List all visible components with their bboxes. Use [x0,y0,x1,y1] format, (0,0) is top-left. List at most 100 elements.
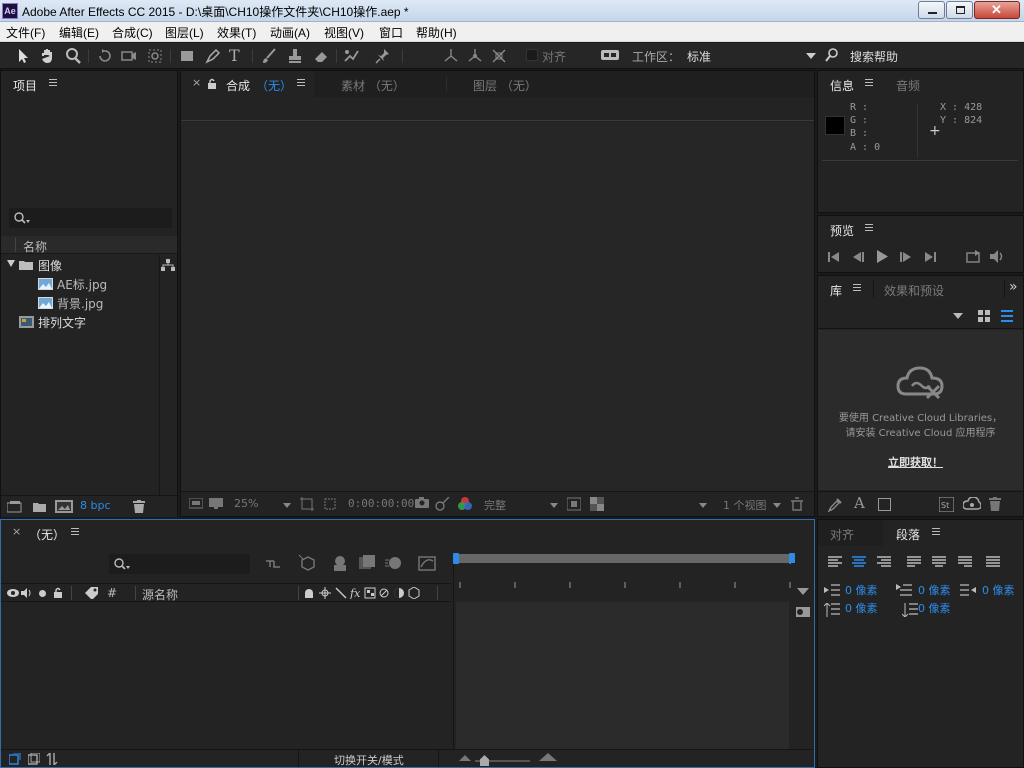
zoom-out-mountain-icon[interactable] [459,755,471,761]
sync-cloud-icon[interactable] [963,497,981,511]
indent-left-field[interactable]: 0 像素 [845,582,878,598]
first-frame-icon[interactable] [828,251,840,263]
shy-layers-icon[interactable] [331,555,349,571]
trash-icon[interactable] [989,497,1001,511]
view-layout-select[interactable]: 1 个视图 [723,497,767,513]
library-panel-menu-icon[interactable] [853,284,861,291]
justify-last-center-icon[interactable] [932,556,946,568]
clone-stamp-tool-icon[interactable] [286,47,304,65]
chevron-down-icon[interactable] [699,503,707,508]
tab-layer[interactable]: 图层 （无） [473,77,537,94]
zoom-slider-thumb[interactable] [480,755,489,766]
trash-icon[interactable] [133,500,145,513]
info-panel-menu-icon[interactable] [865,79,873,86]
project-item-folder[interactable]: 图像 [1,255,159,274]
camera-tool-icon[interactable] [120,47,138,65]
menu-composition[interactable]: 合成(C) [112,24,153,41]
composition-flowchart-icon[interactable] [264,557,282,571]
timeline-layers-area[interactable] [1,603,453,749]
menu-help[interactable]: 帮助(H) [416,24,457,41]
new-folder-icon[interactable] [33,502,47,513]
tab-info[interactable]: 信息 [830,77,854,94]
audio-icon[interactable] [21,588,33,598]
justify-last-right-icon[interactable] [958,556,972,568]
align-left-icon[interactable] [828,556,842,568]
restore-button[interactable] [946,1,973,19]
timeline-search-input[interactable] [109,554,250,574]
view-axis-icon[interactable] [490,47,508,65]
timecode-display[interactable]: 0:00:00:00 [348,497,414,510]
chevron-down-icon[interactable] [283,503,291,508]
search-help-input[interactable]: 搜索帮助 [850,48,898,65]
paragraph-panel-menu-icon[interactable] [932,528,940,535]
tab-align[interactable]: 对齐 [830,526,854,543]
tab-project[interactable]: 项目 [13,77,37,94]
navigator-start-handle[interactable] [453,553,459,564]
fast-previews-icon[interactable] [567,497,581,511]
preview-panel-menu-icon[interactable] [865,224,873,231]
puppet-pin-tool-icon[interactable] [374,47,392,65]
menu-file[interactable]: 文件(F) [6,24,45,41]
align-center-icon[interactable] [852,556,866,568]
get-now-link[interactable]: 立即获取！ [888,454,943,470]
timeline-scrollbar[interactable] [791,563,811,751]
lock-icon[interactable] [53,587,63,599]
align-right-icon[interactable] [877,556,891,568]
project-search-input[interactable] [9,208,172,228]
composition-panel-menu-icon[interactable] [297,79,305,86]
motion-blur-icon[interactable] [385,555,403,571]
last-frame-icon[interactable] [924,251,936,263]
local-axis-icon[interactable] [442,47,460,65]
project-item-image[interactable]: 背景.jpg [1,293,159,312]
audio-speaker-icon[interactable] [990,250,1006,263]
resolution-select[interactable]: 完整 [484,497,506,513]
list-view-icon[interactable] [1001,310,1013,322]
tab-audio[interactable]: 音频 [896,77,920,94]
color-depth-button[interactable]: 8 bpc [80,499,111,512]
menu-layer[interactable]: 图层(L) [165,24,204,41]
play-icon[interactable] [876,250,888,263]
tab-effects-presets[interactable]: 效果和预设 [884,282,944,299]
project-panel-menu-icon[interactable] [49,79,57,86]
camera-snapshot-icon[interactable] [415,497,429,509]
video-visibility-icon[interactable] [7,588,19,598]
label-tag-icon[interactable] [85,587,99,599]
menu-edit[interactable]: 编辑(E) [59,24,99,41]
indent-first-line-field[interactable]: 0 像素 [918,582,951,598]
fit-icon[interactable] [300,497,314,511]
toggle-switches-modes-button[interactable]: 切换开关/模式 [334,752,404,768]
reset-exposure-icon[interactable] [790,497,804,511]
zoom-slider-track[interactable] [475,755,530,766]
monitor-icon[interactable] [209,498,223,510]
composition-viewer-canvas[interactable] [181,122,814,491]
snap-checkbox[interactable] [526,49,538,61]
transparency-grid-icon[interactable] [590,497,604,511]
previous-frame-icon[interactable] [852,251,864,263]
close-window-button[interactable]: ✕ [974,1,1020,19]
layer-switches-icons[interactable]: fx [303,587,423,599]
interpret-footage-icon[interactable] [7,501,23,513]
column-name-header[interactable]: 名称 [23,238,47,255]
stock-icon[interactable]: St [939,497,954,512]
tab-preview[interactable]: 预览 [830,222,854,239]
grid-view-icon[interactable] [978,310,990,322]
world-axis-icon[interactable] [466,47,484,65]
workspace-dropdown-arrow-icon[interactable] [806,53,816,59]
next-frame-icon[interactable] [900,251,912,263]
type-tool-icon[interactable]: T [229,47,247,65]
tab-footage[interactable]: 素材 （无） [341,77,405,94]
expand-triangle-icon[interactable] [7,260,15,267]
tab-timeline[interactable]: （无） [29,526,65,543]
more-tabs-icon[interactable]: » [1009,279,1018,295]
eyedropper-icon[interactable] [828,498,842,512]
indent-right-field[interactable]: 0 像素 [982,582,1015,598]
comp-button-icon[interactable] [796,605,810,619]
add-text-icon[interactable]: A [854,494,865,512]
solo-icon[interactable] [39,590,46,597]
zoom-in-mountain-icon[interactable] [539,753,557,761]
add-graphic-icon[interactable] [878,498,891,511]
menu-window[interactable]: 窗口 [379,24,403,41]
rotate-tool-icon[interactable] [96,47,114,65]
comp-marker-bin-icon[interactable] [797,588,809,595]
menu-view[interactable]: 视图(V) [324,24,364,41]
